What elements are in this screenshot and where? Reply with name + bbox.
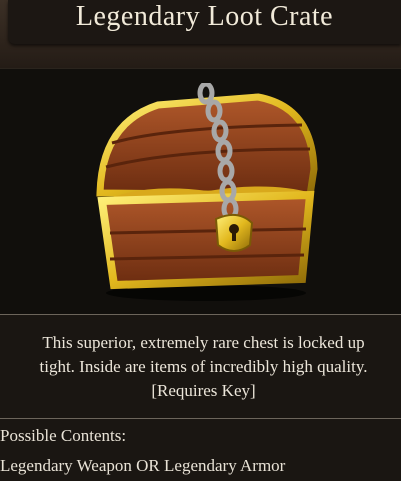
description-line-2: tight. Inside are items of incredibly hi… (39, 357, 368, 376)
divider-top (0, 314, 401, 315)
requires-key-note: [Requires Key] (151, 381, 256, 400)
treasure-chest-icon (96, 83, 318, 301)
divider-bottom (0, 418, 401, 419)
item-image-panel (0, 68, 401, 315)
description-line-1: This superior, extremely rare chest is l… (42, 333, 365, 352)
item-title: Legendary Loot Crate (75, 1, 334, 32)
contents-value: Legendary Weapon OR Legendary Armor (0, 456, 286, 475)
item-description: This superior, extremely rare chest is l… (6, 331, 401, 403)
contents-label: Possible Contents: (0, 426, 127, 445)
